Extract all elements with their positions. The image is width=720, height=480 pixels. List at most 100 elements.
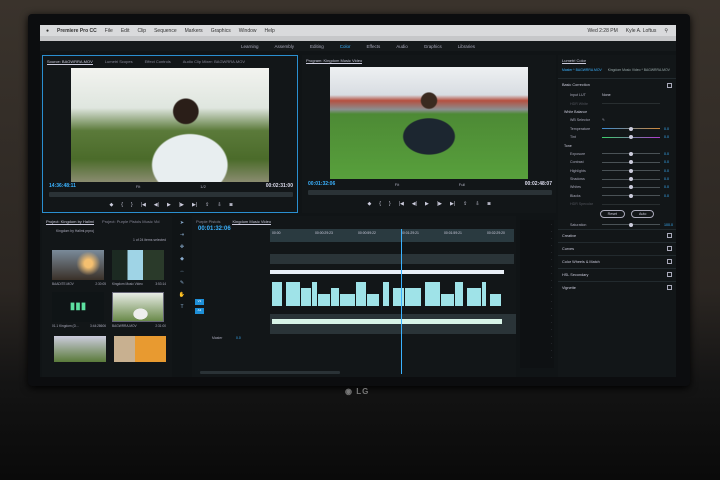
section-header[interactable]: Curves [562,247,574,251]
section-checkbox[interactable] [667,233,672,239]
video-clip[interactable] [425,282,440,306]
tone-value[interactable]: 0.0 [664,160,669,164]
playhead[interactable] [401,229,402,374]
mark-in-icon[interactable]: { [121,202,123,208]
time-ruler[interactable]: 00:00 00:00:29:23 00:00:59:22 00:01:29:21 00… [270,229,514,242]
section-checkbox[interactable] [667,246,672,252]
play-icon[interactable]: ▶ [425,201,429,207]
menu-clip[interactable]: Clip [137,28,146,34]
play-icon[interactable]: ▶ [167,202,171,208]
tone-value[interactable]: 0.0 [664,169,669,173]
section-checkbox[interactable] [667,259,672,265]
title-clip[interactable] [270,270,504,274]
lumetri-master-clip[interactable]: Master * BAGWRRA.MOV [562,68,602,72]
video-clip[interactable] [467,288,481,306]
tab-effect-controls[interactable]: Effect Controls [145,59,171,65]
workspace-effects[interactable]: Effects [367,44,381,49]
tab-purple-pistols[interactable]: Purple Pistols [196,219,220,225]
timeline-zoom-scrollbar[interactable] [200,371,340,374]
basic-correction-header[interactable]: Basic Correction [562,83,590,87]
type-icon[interactable]: T [180,304,183,310]
program-fit-select[interactable]: Fit [395,182,399,187]
tab-source[interactable]: Source: BAGWRRA.MOV [47,59,93,65]
track-a1-target[interactable]: A1 [195,308,204,314]
video-clip[interactable] [272,282,282,306]
thumbnail-kingdom-music-video[interactable] [112,250,164,280]
program-quality-select[interactable]: Full [459,182,465,187]
tone-slider[interactable] [602,160,660,165]
video-clip[interactable] [312,282,317,306]
program-timecode[interactable]: 00:01:32:06 [308,181,335,187]
workspace-learning[interactable]: Learning [241,44,259,49]
track-select-icon[interactable]: ⇥ [180,232,184,238]
menu-help[interactable]: Help [265,28,275,34]
tab-kingdom-music-video[interactable]: Kingdom Music Video [232,219,272,225]
section-header[interactable]: Color Wheels & Match [562,260,600,264]
menu-window[interactable]: Window [239,28,257,34]
section-checkbox[interactable] [667,285,672,291]
mark-out-icon[interactable]: } [389,201,391,207]
tint-value[interactable]: 0.0 [664,135,669,139]
thumbnail-clip[interactable] [114,336,166,362]
lift-icon[interactable]: ⇪ [463,201,467,207]
video-clip[interactable] [490,294,501,306]
program-scrubber[interactable] [308,190,552,195]
marker-icon[interactable]: ◆ [109,202,113,208]
workspace-color[interactable]: Color [340,44,351,49]
user-name[interactable]: Kyle A. Loftus [626,28,657,34]
eyedropper-icon[interactable]: ✎ [602,118,605,122]
saturation-slider[interactable] [602,222,660,227]
video-clip[interactable] [331,288,339,306]
video-clip[interactable] [356,282,366,306]
section-checkbox[interactable] [667,272,672,278]
tab-project-kingdom[interactable]: Project: Kingdom by Halimi [46,219,95,225]
basic-correction-checkbox[interactable] [667,82,672,88]
slip-icon[interactable]: ↔ [180,268,185,274]
video-clip[interactable] [383,282,389,306]
tone-value[interactable]: 0.0 [664,152,669,156]
source-timecode[interactable]: 14:36:48:11 [49,183,76,189]
source-resolution-select[interactable]: 1/2 [200,184,206,189]
apple-icon[interactable]: ● [46,28,49,34]
video-clip[interactable] [441,294,454,306]
go-to-out-icon[interactable]: ▶| [192,202,197,208]
tone-value[interactable]: 0.0 [664,177,669,181]
tint-slider[interactable] [602,135,660,140]
thumbnail-clip[interactable] [54,336,106,362]
video-clip[interactable] [367,294,379,306]
tone-slider[interactable] [602,185,660,190]
tone-header[interactable]: Tone [558,141,676,149]
tone-slider[interactable] [602,193,660,198]
section-header[interactable]: Vignette [562,286,576,290]
pen-icon[interactable]: ✎ [180,280,184,286]
tab-audio-clip-mixer[interactable]: Audio Clip Mixer: BAGWRRA.MOV [183,59,245,65]
workspace-audio[interactable]: Audio [396,44,408,49]
temperature-value[interactable]: 0.0 [664,127,669,131]
lumetri-title[interactable]: Lumetri Color [562,58,587,64]
workspace-libraries[interactable]: Libraries [458,44,475,49]
video-clip[interactable] [405,288,421,306]
marker-icon[interactable]: ◆ [367,201,371,207]
tone-slider[interactable] [602,168,660,173]
track-v1-target[interactable]: V1 [195,299,204,305]
source-scrubber[interactable] [49,192,293,197]
step-back-icon[interactable]: ◀| [154,202,159,208]
step-forward-icon[interactable]: |▶ [179,202,184,208]
audio-waveform-icon[interactable]: ▮▮▮ [52,292,104,322]
saturation-value[interactable]: 100.0 [664,223,673,227]
camera-icon[interactable]: ◙ [488,201,491,207]
workspace-assembly[interactable]: Assembly [274,44,294,49]
workspace-editing[interactable]: Editing [310,44,324,49]
tab-lumetri-scopes[interactable]: Lumetri Scopes [105,59,133,65]
section-header[interactable]: Creative [562,234,576,238]
reset-button[interactable]: Reset [599,210,625,219]
camera-icon[interactable]: ◙ [230,202,233,208]
tone-slider[interactable] [602,151,660,156]
menu-sequence[interactable]: Sequence [154,28,177,34]
mark-in-icon[interactable]: { [379,201,381,207]
video-clip[interactable] [455,282,463,306]
input-lut-select[interactable]: None [602,93,611,97]
go-to-in-icon[interactable]: |◀ [141,202,146,208]
workspace-graphics[interactable]: Graphics [424,44,442,49]
tone-slider[interactable] [602,177,660,182]
